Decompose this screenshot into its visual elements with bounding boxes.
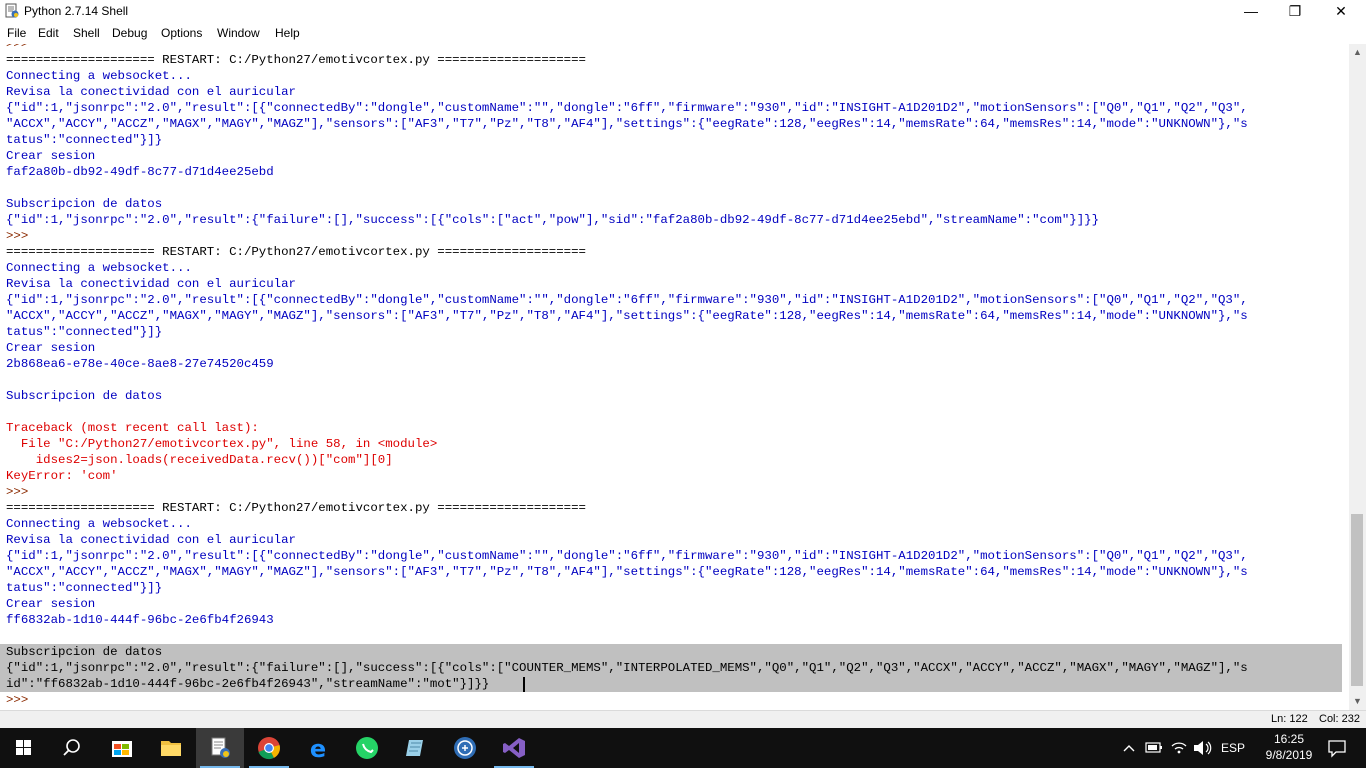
status-bar: Ln: 122 Col: 232 bbox=[0, 710, 1366, 729]
shell-line: Crear sesion bbox=[6, 341, 96, 355]
shell-line: >>> bbox=[6, 485, 29, 499]
menu-options[interactable]: Options bbox=[161, 26, 202, 40]
blue-app-icon[interactable] bbox=[441, 728, 489, 768]
shell-line: ==================== RESTART: C:/Python2… bbox=[6, 501, 586, 515]
shell-line: Connecting a websocket... bbox=[6, 69, 192, 83]
maximize-button[interactable]: ❐ bbox=[1272, 0, 1318, 22]
status-column: Col: 232 bbox=[1319, 713, 1360, 725]
python-idle-icon bbox=[5, 3, 19, 18]
visual-studio-icon[interactable] bbox=[490, 728, 538, 768]
shell-line: Revisa la conectividad con el auricular bbox=[6, 85, 296, 99]
svg-text:e: e bbox=[310, 735, 326, 763]
shell-line: Subscripcion de datos bbox=[6, 389, 163, 403]
edge-icon[interactable]: e bbox=[294, 728, 342, 768]
clock-time: 16:25 bbox=[1273, 732, 1305, 746]
python-idle-taskbar-icon[interactable] bbox=[196, 728, 244, 768]
language-indicator[interactable]: ESP bbox=[1221, 741, 1245, 755]
shell-line: tatus":"connected"}]} bbox=[6, 133, 163, 147]
text-caret bbox=[523, 677, 525, 692]
menu-shell[interactable]: Shell bbox=[73, 26, 100, 40]
whatsapp-icon[interactable] bbox=[343, 728, 391, 768]
volume-icon[interactable] bbox=[1190, 728, 1214, 768]
shell-line: ==================== RESTART: C:/Python2… bbox=[6, 245, 586, 259]
shell-line: "ACCX","ACCY","ACCZ","MAGX","MAGY","MAGZ… bbox=[6, 565, 1248, 579]
shell-line: Crear sesion bbox=[6, 597, 96, 611]
shell-line: Subscripcion de datos bbox=[6, 645, 163, 659]
store-icon[interactable] bbox=[98, 728, 146, 768]
shell-line: Crear sesion bbox=[6, 149, 96, 163]
shell-line: Revisa la conectividad con el auricular bbox=[6, 277, 296, 291]
scroll-up-arrow-icon[interactable]: ▲ bbox=[1349, 44, 1366, 61]
taskbar: e ESP 16:25 9/8/2019 bbox=[0, 728, 1366, 768]
shell-line: tatus":"connected"}]} bbox=[6, 581, 163, 595]
clock[interactable]: 16:25 9/8/2019 bbox=[1256, 728, 1322, 768]
shell-line: >>> bbox=[6, 229, 29, 243]
shell-line: "ACCX","ACCY","ACCZ","MAGX","MAGY","MAGZ… bbox=[6, 117, 1248, 131]
shell-line: >>> bbox=[6, 693, 29, 707]
status-line: Ln: 122 bbox=[1271, 713, 1308, 725]
scroll-down-arrow-icon[interactable]: ▼ bbox=[1349, 693, 1366, 710]
window-title: Python 2.7.14 Shell bbox=[24, 4, 129, 18]
close-button[interactable]: ✕ bbox=[1318, 0, 1364, 22]
menu-file[interactable]: File bbox=[7, 26, 26, 40]
wifi-icon[interactable] bbox=[1168, 728, 1190, 768]
shell-line: idses2=json.loads(receivedData.recv())["… bbox=[6, 453, 393, 467]
shell-line: >>> bbox=[6, 44, 29, 51]
clock-date: 9/8/2019 bbox=[1265, 748, 1313, 762]
title-bar: Python 2.7.14 Shell — ❐ ✕ bbox=[0, 0, 1366, 22]
shell-text-area[interactable]: >>> ==================== RESTART: C:/Pyth… bbox=[0, 44, 1349, 710]
shell-line: {"id":1,"jsonrpc":"2.0","result":[{"conn… bbox=[6, 549, 1248, 563]
shell-line: ff6832ab-1d10-444f-96bc-2e6fb4f26943 bbox=[6, 613, 274, 627]
notes-app-icon[interactable] bbox=[392, 728, 440, 768]
menu-window[interactable]: Window bbox=[217, 26, 260, 40]
menu-debug[interactable]: Debug bbox=[112, 26, 147, 40]
battery-icon[interactable] bbox=[1142, 728, 1166, 768]
shell-line: {"id":1,"jsonrpc":"2.0","result":{"failu… bbox=[6, 661, 1248, 675]
shell-line: id":"ff6832ab-1d10-444f-96bc-2e6fb4f2694… bbox=[6, 677, 490, 691]
shell-line: {"id":1,"jsonrpc":"2.0","result":[{"conn… bbox=[6, 293, 1248, 307]
minimize-button[interactable]: — bbox=[1228, 0, 1274, 22]
shell-line: "ACCX","ACCY","ACCZ","MAGX","MAGY","MAGZ… bbox=[6, 309, 1248, 323]
shell-line: Revisa la conectividad con el auricular bbox=[6, 533, 296, 547]
shell-line: faf2a80b-db92-49df-8c77-d71d4ee25ebd bbox=[6, 165, 274, 179]
tray-chevron-up-icon[interactable] bbox=[1118, 728, 1140, 768]
shell-line: Connecting a websocket... bbox=[6, 517, 192, 531]
scroll-thumb[interactable] bbox=[1351, 514, 1363, 686]
shell-line: Connecting a websocket... bbox=[6, 261, 192, 275]
notifications-icon[interactable] bbox=[1322, 728, 1352, 768]
shell-line: {"id":1,"jsonrpc":"2.0","result":{"failu… bbox=[6, 213, 1100, 227]
shell-line: Traceback (most recent call last): bbox=[6, 421, 259, 435]
windows-start-icon[interactable] bbox=[0, 728, 48, 768]
file-explorer-icon[interactable] bbox=[147, 728, 195, 768]
shell-line: Subscripcion de datos bbox=[6, 197, 163, 211]
shell-line: File "C:/Python27/emotivcortex.py", line… bbox=[6, 437, 438, 451]
shell-line: 2b868ea6-e78e-40ce-8ae8-27e74520c459 bbox=[6, 357, 274, 371]
search-icon[interactable] bbox=[48, 728, 96, 768]
menu-edit[interactable]: Edit bbox=[38, 26, 59, 40]
chrome-icon[interactable] bbox=[245, 728, 293, 768]
menu-bar: File Edit Shell Debug Options Window Hel… bbox=[0, 22, 1366, 44]
menu-help[interactable]: Help bbox=[275, 26, 300, 40]
vertical-scrollbar[interactable]: ▲ ▼ bbox=[1349, 44, 1366, 710]
shell-line: {"id":1,"jsonrpc":"2.0","result":[{"conn… bbox=[6, 101, 1248, 115]
shell-line: tatus":"connected"}]} bbox=[6, 325, 163, 339]
shell-line: ==================== RESTART: C:/Python2… bbox=[6, 53, 586, 67]
shell-line: KeyError: 'com' bbox=[6, 469, 118, 483]
